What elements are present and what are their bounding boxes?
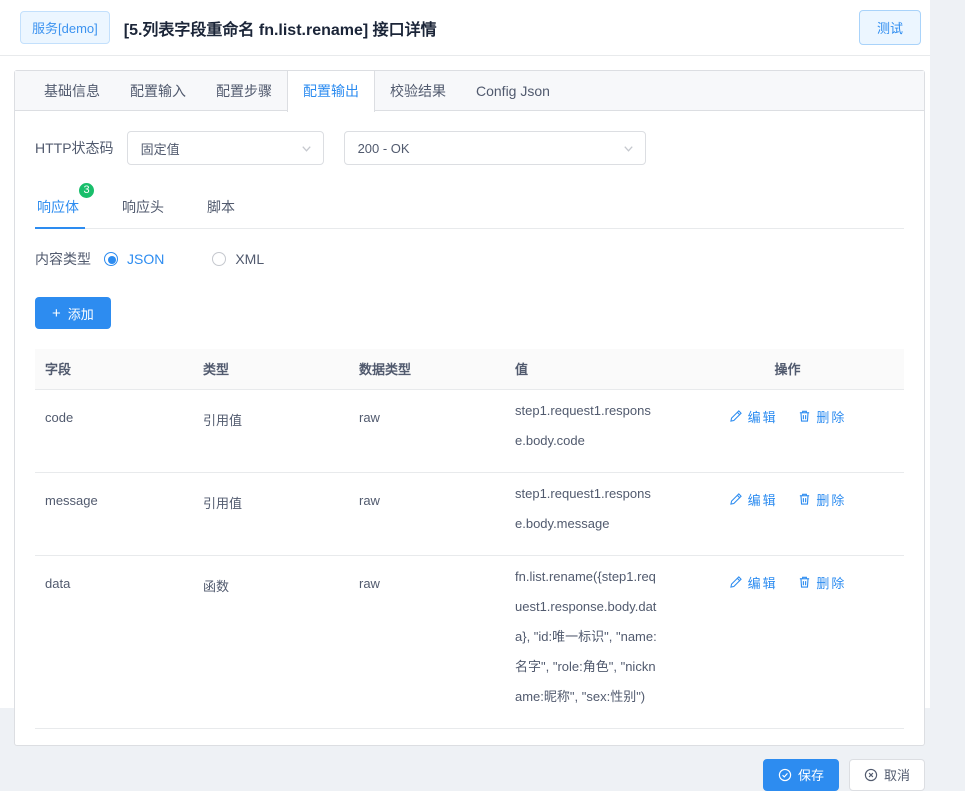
cell-type: 引用值	[193, 389, 349, 473]
http-status-label: HTTP状态码	[35, 140, 114, 156]
footer-actions: 保存 取消	[0, 746, 930, 791]
tab-script[interactable]: 脚本	[205, 189, 237, 228]
cell-datatype: raw	[349, 555, 505, 729]
cell-datatype: raw	[349, 472, 505, 556]
main-tabbar: 基础信息 配置输入 配置步骤 配置输出 校验结果 Config Json	[15, 71, 924, 112]
add-button-label: 添加	[67, 306, 94, 322]
trash-icon	[798, 575, 811, 589]
trash-icon	[798, 492, 811, 506]
table-row: message 引用值 raw step1.request1.response.…	[35, 472, 904, 556]
pencil-icon	[729, 409, 743, 423]
add-button[interactable]: + 添加	[35, 297, 111, 329]
content-type-label: 内容类型	[35, 251, 91, 267]
status-code-select[interactable]: 200 - OK	[343, 131, 646, 165]
app-panel: 服务[demo] [5.列表字段重命名 fn.list.rename] 接口详情…	[0, 0, 930, 791]
trash-icon	[798, 409, 811, 423]
response-body-count-badge: 3	[78, 182, 95, 199]
page-title: [5.列表字段重命名 fn.list.rename] 接口详情	[123, 21, 437, 39]
check-circle-icon	[778, 768, 792, 782]
tab-config-output[interactable]: 配置输出	[287, 71, 375, 112]
delete-button[interactable]: 删除	[798, 490, 846, 509]
service-badge[interactable]: 服务[demo]	[20, 11, 110, 44]
cell-value: step1.request1.response.body.message	[505, 472, 671, 556]
page-header: 服务[demo] [5.列表字段重命名 fn.list.rename] 接口详情…	[0, 0, 930, 56]
cancel-label: 取消	[883, 768, 910, 783]
tab-config-input[interactable]: 配置输入	[115, 71, 201, 110]
edit-label: 编辑	[747, 575, 778, 591]
col-header-field: 字段	[35, 349, 193, 390]
tab-content: HTTP状态码 固定值 200 - OK 响应体 3 响应头 脚本 内容类型 J…	[15, 111, 924, 745]
plus-icon: +	[52, 304, 61, 322]
status-code-value: 200 - OK	[357, 140, 410, 156]
pencil-icon	[729, 575, 743, 589]
edit-button[interactable]: 编辑	[729, 407, 778, 426]
cell-actions: 编辑 删除	[671, 389, 904, 473]
tab-config-json[interactable]: Config Json	[461, 71, 565, 110]
cell-datatype: raw	[349, 389, 505, 473]
tab-response-body-label: 响应体	[37, 199, 79, 215]
close-circle-icon	[864, 768, 878, 782]
radio-xml[interactable]: XML	[212, 251, 264, 267]
table-row: code 引用值 raw step1.request1.response.bod…	[35, 389, 904, 473]
chevron-down-icon	[300, 142, 313, 155]
tab-config-steps[interactable]: 配置步骤	[201, 71, 287, 110]
http-status-row: HTTP状态码 固定值 200 - OK	[35, 131, 904, 165]
save-button[interactable]: 保存	[762, 758, 839, 791]
radio-json-label: JSON	[127, 251, 165, 267]
tab-basic-info[interactable]: 基础信息	[29, 71, 115, 110]
delete-label: 删除	[816, 409, 847, 425]
cell-value: step1.request1.response.body.code	[505, 389, 671, 473]
col-header-type: 类型	[193, 349, 349, 390]
delete-label: 删除	[816, 492, 847, 508]
cell-type: 函数	[193, 555, 349, 729]
table-header-row: 字段 类型 数据类型 值 操作	[35, 349, 904, 390]
delete-label: 删除	[816, 575, 847, 591]
tab-validation-result[interactable]: 校验结果	[375, 71, 461, 110]
cell-field: message	[35, 472, 193, 556]
cell-type: 引用值	[193, 472, 349, 556]
radio-xml-label: XML	[235, 251, 265, 267]
cell-actions: 编辑 删除	[671, 472, 904, 556]
save-label: 保存	[797, 768, 824, 783]
cell-field: code	[35, 389, 193, 473]
cell-actions: 编辑 删除	[671, 555, 904, 729]
radio-json[interactable]: JSON	[104, 251, 164, 267]
radio-checked-icon	[104, 252, 118, 266]
radio-unchecked-icon	[212, 252, 227, 266]
response-tabbar: 响应体 3 响应头 脚本	[35, 182, 904, 229]
pencil-icon	[729, 492, 743, 506]
col-header-datatype: 数据类型	[349, 349, 505, 390]
edit-label: 编辑	[747, 492, 778, 508]
delete-button[interactable]: 删除	[798, 573, 846, 592]
chevron-down-icon	[622, 142, 635, 155]
cell-field: data	[35, 555, 193, 729]
content-type-row: 内容类型 JSON XML	[35, 249, 904, 269]
edit-button[interactable]: 编辑	[729, 573, 778, 592]
col-header-value: 值	[505, 349, 671, 390]
delete-button[interactable]: 删除	[798, 407, 846, 426]
tab-response-header[interactable]: 响应头	[120, 189, 166, 228]
test-button[interactable]: 测试	[858, 10, 921, 45]
response-fields-table: 字段 类型 数据类型 值 操作 code 引用值 raw step1.reque…	[35, 349, 904, 729]
cell-value: fn.list.rename({step1.request1.response.…	[505, 555, 671, 729]
col-header-action: 操作	[671, 349, 904, 390]
edit-label: 编辑	[747, 409, 778, 425]
edit-button[interactable]: 编辑	[729, 490, 778, 509]
cancel-button[interactable]: 取消	[848, 758, 925, 791]
detail-card: 基础信息 配置输入 配置步骤 配置输出 校验结果 Config Json HTT…	[14, 70, 925, 746]
status-mode-select[interactable]: 固定值	[126, 131, 324, 165]
status-mode-value: 固定值	[140, 141, 180, 157]
tab-response-body[interactable]: 响应体 3	[35, 182, 95, 229]
table-row: data 函数 raw fn.list.rename({step1.reques…	[35, 555, 904, 729]
